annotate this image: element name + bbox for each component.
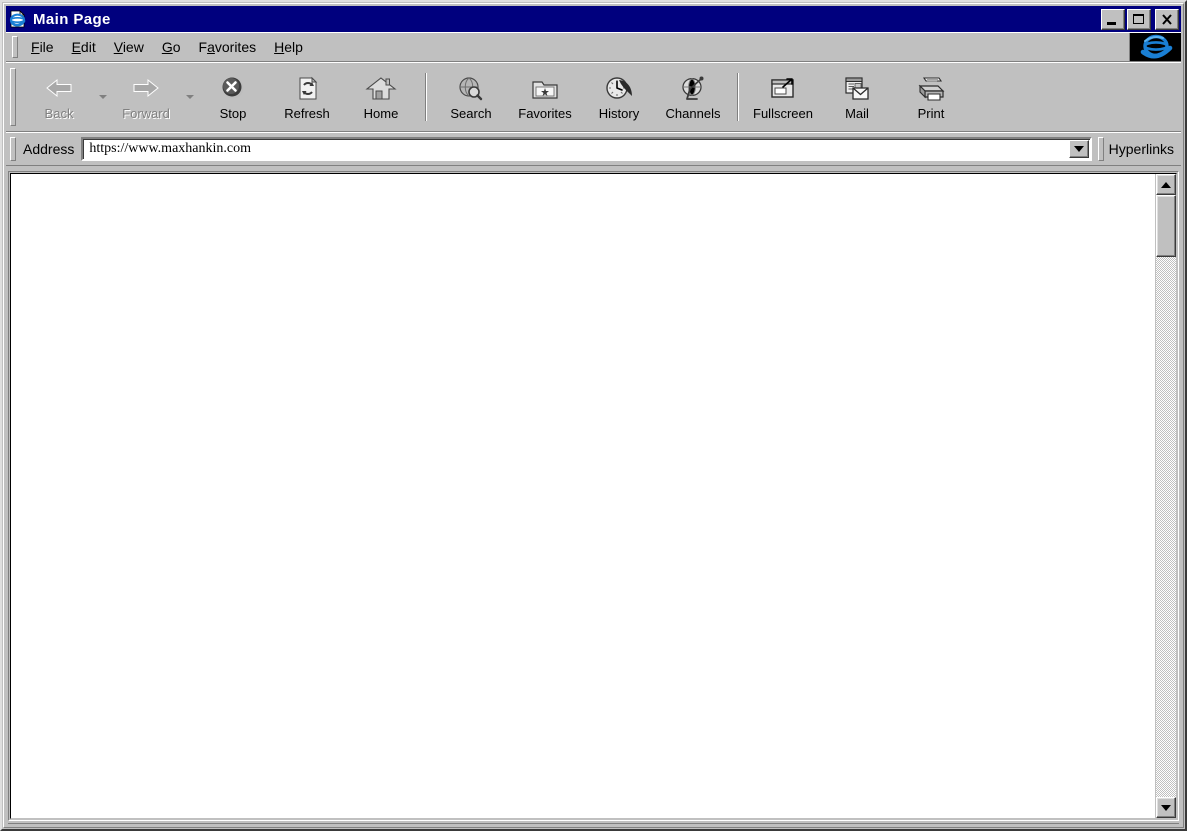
- scroll-down-arrow-icon: [1161, 804, 1171, 811]
- window-controls: [1101, 8, 1179, 30]
- stop-label: Stop: [219, 105, 247, 121]
- channels-button[interactable]: Channels: [656, 68, 730, 126]
- home-icon: [365, 75, 397, 105]
- print-button[interactable]: Print: [894, 68, 968, 126]
- scroll-up-button[interactable]: [1156, 174, 1176, 195]
- fullscreen-icon: [767, 75, 799, 105]
- menu-item-favorites[interactable]: Favorites: [190, 36, 266, 58]
- scrollbar-thumb[interactable]: [1156, 195, 1176, 257]
- chevron-down-icon: [185, 95, 194, 99]
- search-button[interactable]: Search: [434, 68, 508, 126]
- menu-item-file[interactable]: File: [22, 36, 63, 58]
- back-dropdown[interactable]: [96, 68, 109, 126]
- ie-logo-button[interactable]: [1129, 33, 1181, 62]
- refresh-label: Refresh: [284, 105, 330, 121]
- history-label: History: [598, 105, 640, 121]
- address-bar: Address Hyperlinks: [6, 132, 1181, 166]
- back-label: Back: [44, 105, 74, 121]
- close-button[interactable]: [1155, 8, 1179, 30]
- title-bar[interactable]: Main Page: [6, 6, 1181, 32]
- home-button[interactable]: Home: [344, 68, 418, 126]
- address-bar-gripper[interactable]: [10, 137, 16, 161]
- stop-button[interactable]: Stop: [196, 68, 270, 126]
- menu-item-view[interactable]: View: [105, 36, 153, 58]
- menu-item-go[interactable]: Go: [153, 36, 190, 58]
- search-icon: [455, 75, 487, 105]
- ie-logo-icon: [1139, 33, 1173, 61]
- content-frame: [8, 171, 1179, 821]
- browser-window: Main Page File Edit View Go Favorites He…: [0, 0, 1187, 831]
- scrollbar-track[interactable]: [1156, 195, 1176, 797]
- mail-icon: [841, 75, 873, 105]
- favorites-button[interactable]: Favorites: [508, 68, 582, 126]
- fullscreen-label: Fullscreen: [753, 105, 813, 121]
- refresh-icon: [291, 75, 323, 105]
- forward-arrow-icon: [130, 75, 162, 105]
- chevron-down-icon: [98, 95, 107, 99]
- history-icon: [603, 75, 635, 105]
- scroll-up-arrow-icon: [1161, 181, 1171, 188]
- page-content[interactable]: [11, 174, 1155, 818]
- menu-bar: File Edit View Go Favorites Help: [6, 33, 1129, 62]
- links-bar-label[interactable]: Hyperlinks: [1109, 141, 1178, 157]
- minimize-icon: [1107, 21, 1116, 25]
- address-dropdown-button[interactable]: [1068, 140, 1089, 158]
- print-label: Print: [917, 105, 945, 121]
- history-button[interactable]: History: [582, 68, 656, 126]
- stop-icon: [217, 75, 249, 105]
- forward-button[interactable]: Forward: [109, 68, 183, 126]
- print-icon: [915, 75, 947, 105]
- forward-label: Forward: [122, 105, 170, 121]
- forward-dropdown[interactable]: [183, 68, 196, 126]
- menu-bar-row: File Edit View Go Favorites Help: [6, 32, 1181, 62]
- status-bar-divider: [8, 823, 1179, 825]
- minimize-button[interactable]: [1101, 8, 1125, 30]
- mail-label: Mail: [845, 105, 869, 121]
- window-title: Main Page: [33, 10, 111, 28]
- ie-document-icon: [9, 10, 27, 28]
- window-inner-frame: Main Page File Edit View Go Favorites He…: [3, 3, 1184, 828]
- channels-label: Channels: [665, 105, 721, 121]
- search-label: Search: [450, 105, 492, 121]
- menu-item-help[interactable]: Help: [265, 36, 312, 58]
- main-toolbar: Back Forward Stop Refresh Home Search Fa…: [6, 62, 1181, 132]
- back-button[interactable]: Back: [22, 68, 96, 126]
- mail-button[interactable]: Mail: [820, 68, 894, 126]
- vertical-scrollbar[interactable]: [1155, 174, 1176, 818]
- maximize-button[interactable]: [1127, 8, 1151, 30]
- menu-bar-gripper[interactable]: [12, 36, 18, 58]
- links-bar-gripper[interactable]: [1097, 137, 1104, 161]
- toolbar-gripper[interactable]: [10, 68, 16, 126]
- favorites-folder-icon: [529, 75, 561, 105]
- refresh-button[interactable]: Refresh: [270, 68, 344, 126]
- content-frame-inner: [10, 173, 1177, 819]
- address-field-wrapper: [81, 137, 1092, 161]
- menu-item-edit[interactable]: Edit: [63, 36, 105, 58]
- close-icon: [1156, 10, 1178, 29]
- toolbar-separator: [425, 73, 427, 121]
- favorites-label: Favorites: [518, 105, 572, 121]
- fullscreen-button[interactable]: Fullscreen: [746, 68, 820, 126]
- back-arrow-icon: [43, 75, 75, 105]
- address-label: Address: [23, 141, 75, 157]
- home-label: Home: [363, 105, 399, 121]
- address-input[interactable]: [83, 139, 1069, 159]
- toolbar-separator-2: [737, 73, 739, 121]
- chevron-down-icon: [1073, 146, 1084, 152]
- channels-dish-icon: [677, 75, 709, 105]
- maximize-icon: [1133, 13, 1144, 24]
- scroll-down-button[interactable]: [1156, 797, 1176, 818]
